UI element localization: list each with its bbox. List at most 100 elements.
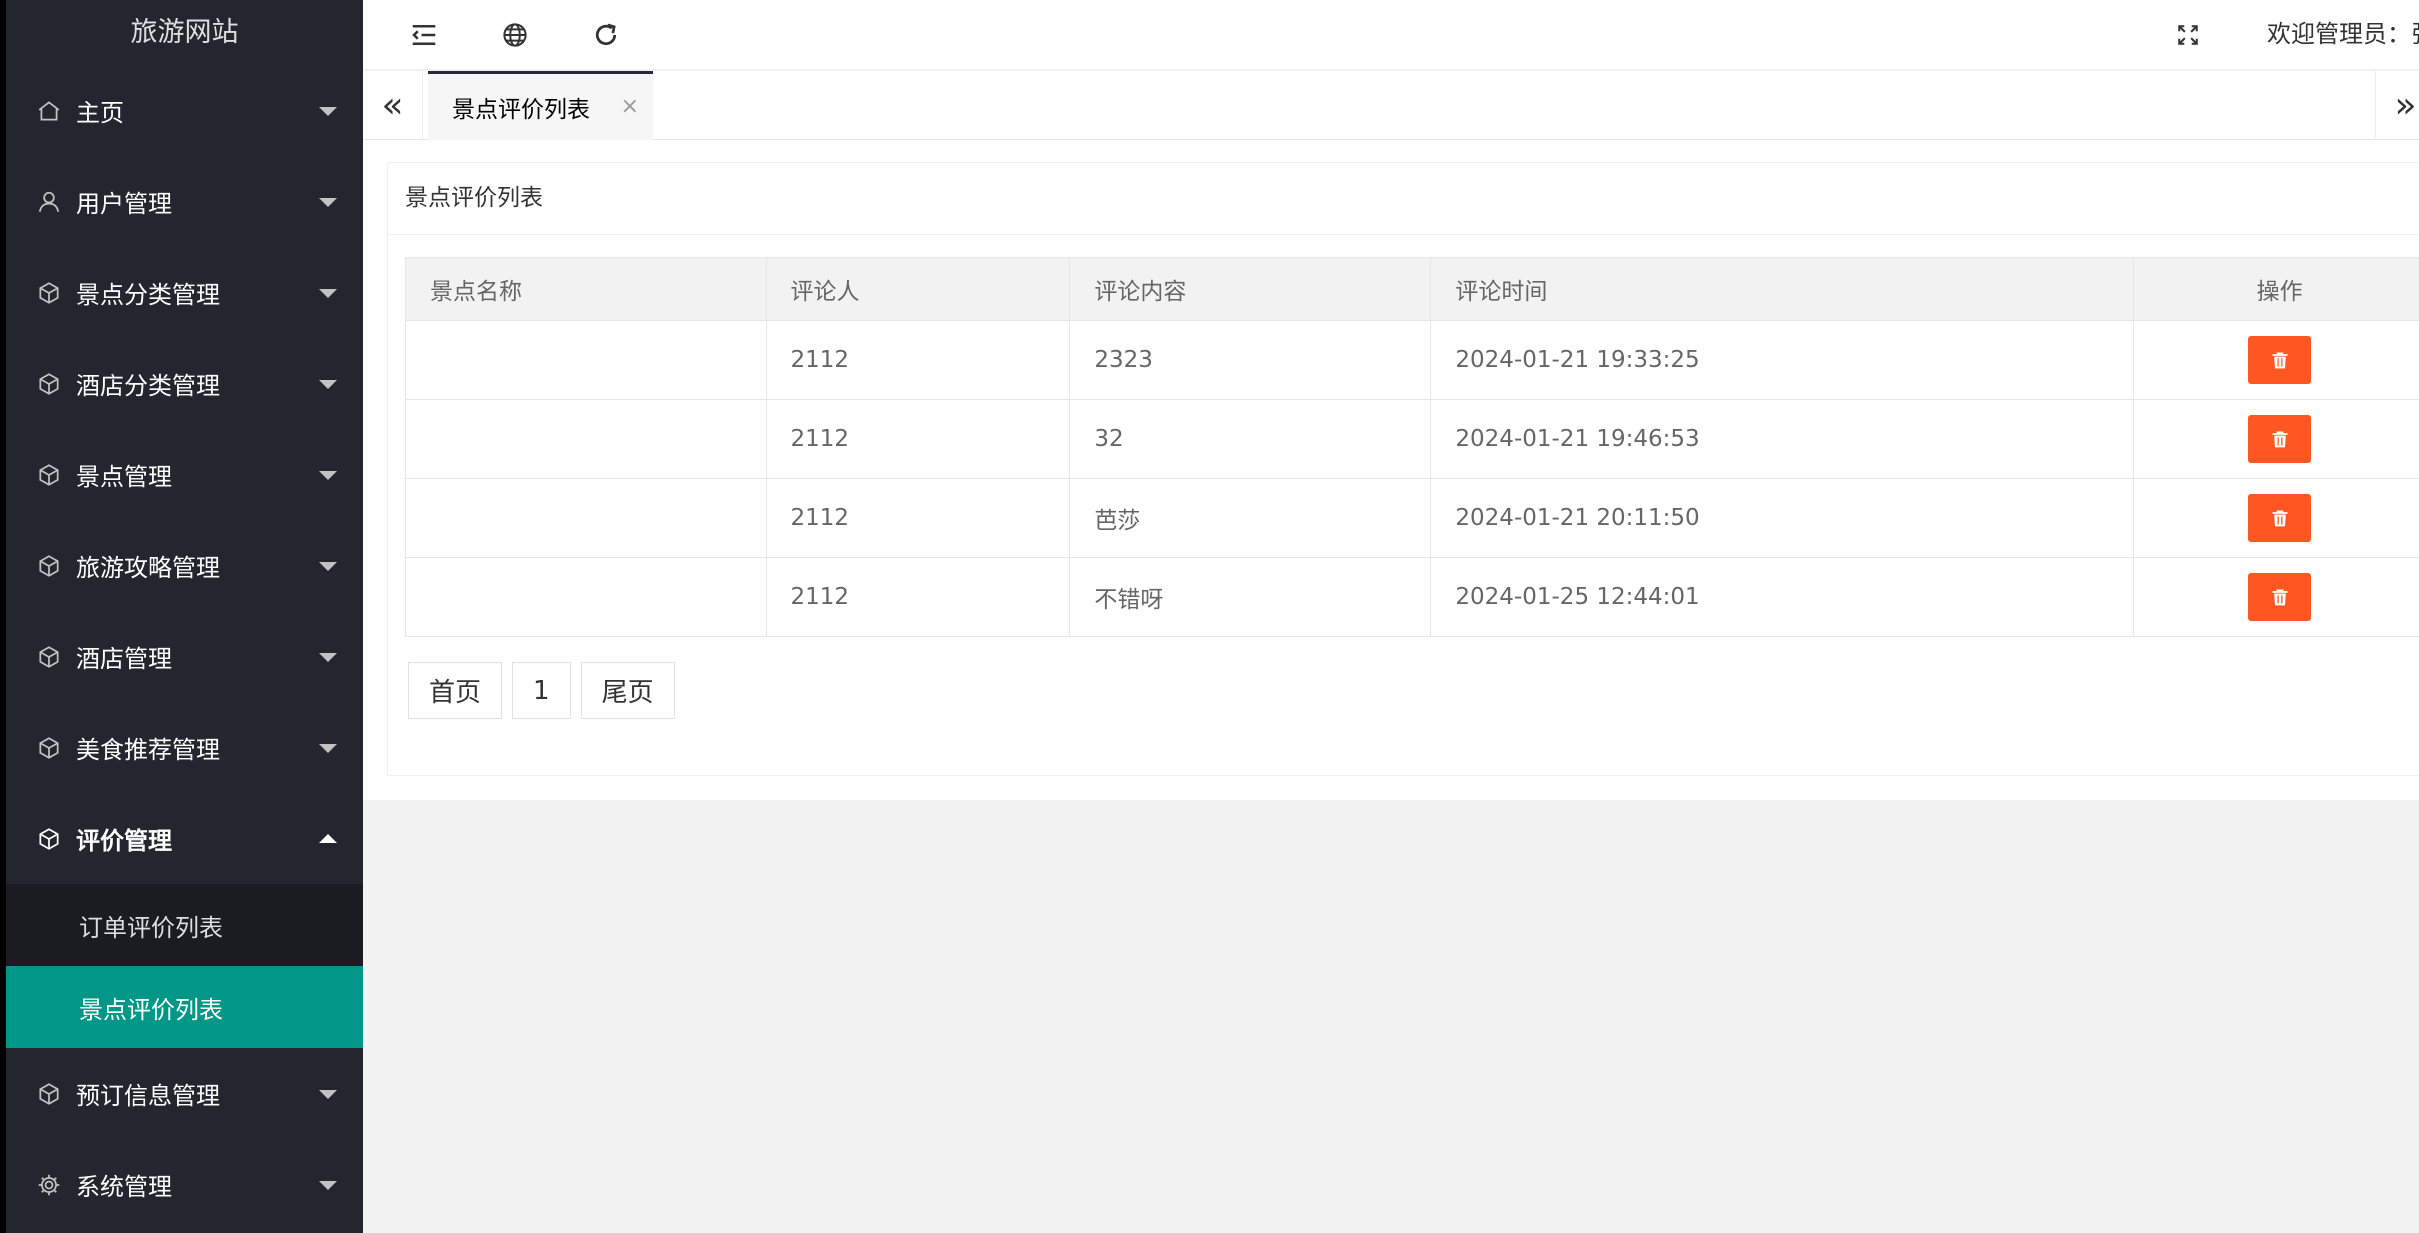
cube-icon — [36, 644, 62, 670]
main-content: 景点评价列表 景点名称 评论人 评论内容 评论时间 操作 2112 2323 2… — [363, 140, 2419, 800]
tab-spot-reviews[interactable]: 景点评价列表 × — [428, 71, 653, 140]
cell-content: 芭莎 — [1069, 478, 1432, 558]
sidebar-item-label: 主页 — [76, 99, 124, 127]
sidebar-item-hotel-category[interactable]: 酒店分类管理 — [6, 338, 363, 429]
cell-actions — [2133, 478, 2419, 558]
first-page-button[interactable]: 首页 — [408, 662, 503, 719]
tab-label: 景点评价列表 — [452, 97, 590, 123]
close-icon[interactable]: × — [621, 94, 639, 119]
chevron-down-icon — [319, 1089, 337, 1099]
cell-time: 2024-01-21 20:11:50 — [1430, 478, 2135, 558]
sidebar-subitem-spot-reviews[interactable]: 景点评价列表 — [6, 966, 363, 1048]
sidebar-item-home[interactable]: 主页 — [6, 65, 363, 156]
sidebar-item-spot-category[interactable]: 景点分类管理 — [6, 247, 363, 338]
column-header-content: 评论内容 — [1069, 257, 1432, 321]
chevron-down-icon — [319, 106, 337, 116]
chevron-down-icon — [319, 197, 337, 207]
table-row: 2112 32 2024-01-21 19:46:53 — [405, 399, 2419, 479]
sidebar-item-label: 酒店分类管理 — [76, 372, 220, 400]
sidebar-subitem-order-reviews[interactable]: 订单评价列表 — [6, 884, 363, 966]
sidebar-item-system[interactable]: 系统管理 — [6, 1139, 363, 1230]
sidebar-item-label: 预订信息管理 — [76, 1082, 220, 1110]
sidebar-item-label: 景点管理 — [76, 463, 172, 491]
reviews-submenu: 订单评价列表 景点评价列表 — [6, 884, 363, 1048]
column-header-reviewer: 评论人 — [765, 257, 1071, 321]
delete-button[interactable] — [2248, 336, 2312, 384]
sidebar-item-label: 用户管理 — [76, 190, 172, 218]
cell-reviewer: 2112 — [765, 557, 1071, 637]
cell-time: 2024-01-25 12:44:01 — [1430, 557, 2135, 637]
tab-bar: « 景点评价列表 × » — [363, 71, 2419, 140]
cell-spot-name — [405, 399, 767, 479]
panel-title: 景点评价列表 — [388, 163, 2419, 235]
cube-icon — [36, 735, 62, 761]
tab-scroll-left-icon[interactable]: « — [363, 71, 423, 140]
table-row: 2112 芭莎 2024-01-21 20:11:50 — [405, 478, 2419, 558]
table-row: 2112 2323 2024-01-21 19:33:25 — [405, 320, 2419, 400]
page-number-button[interactable]: 1 — [512, 662, 571, 719]
delete-button[interactable] — [2248, 494, 2312, 542]
sidebar-item-label: 景点分类管理 — [76, 281, 220, 309]
cube-icon — [36, 826, 62, 852]
sidebar-item-label: 系统管理 — [76, 1173, 172, 1201]
cell-spot-name — [405, 478, 767, 558]
cube-icon — [36, 280, 62, 306]
cell-time: 2024-01-21 19:46:53 — [1430, 399, 2135, 479]
home-icon — [36, 98, 62, 124]
user-icon — [36, 189, 62, 215]
delete-button[interactable] — [2248, 573, 2312, 621]
trash-icon — [2272, 589, 2288, 606]
trash-icon — [2272, 352, 2288, 369]
cell-actions — [2133, 320, 2419, 400]
chevron-down-icon — [319, 743, 337, 753]
sidebar-item-spots[interactable]: 景点管理 — [6, 429, 363, 520]
table-header-row: 景点名称 评论人 评论内容 评论时间 操作 — [405, 257, 2419, 321]
chevron-down-icon — [319, 652, 337, 662]
cell-reviewer: 2112 — [765, 320, 1071, 400]
chevron-down-icon — [319, 288, 337, 298]
sidebar-item-users[interactable]: 用户管理 — [6, 156, 363, 247]
fullscreen-icon[interactable] — [2171, 18, 2205, 52]
chevron-down-icon — [319, 1180, 337, 1190]
chevron-up-icon — [319, 833, 337, 843]
cell-content: 2323 — [1069, 320, 1432, 400]
sidebar-item-bookings[interactable]: 预订信息管理 — [6, 1048, 363, 1139]
review-list-panel: 景点评价列表 景点名称 评论人 评论内容 评论时间 操作 2112 2323 2… — [387, 162, 2419, 776]
globe-icon[interactable] — [498, 18, 532, 52]
sidebar-item-reviews[interactable]: 评价管理 — [6, 793, 363, 884]
column-header-actions: 操作 — [2133, 257, 2419, 321]
sidebar-item-label: 酒店管理 — [76, 645, 172, 673]
pagination: 首页 1 尾页 — [408, 662, 675, 719]
table-row: 2112 不错呀 2024-01-25 12:44:01 — [405, 557, 2419, 637]
cell-reviewer: 2112 — [765, 399, 1071, 479]
sidebar-item-food[interactable]: 美食推荐管理 — [6, 702, 363, 793]
top-header: 欢迎管理员：张 — [363, 0, 2419, 70]
sidebar-item-guides[interactable]: 旅游攻略管理 — [6, 520, 363, 611]
cube-icon — [36, 462, 62, 488]
trash-icon — [2272, 510, 2288, 527]
sidebar-item-label: 美食推荐管理 — [76, 736, 220, 764]
review-table: 景点名称 评论人 评论内容 评论时间 操作 2112 2323 2024-01-… — [405, 257, 2419, 637]
last-page-button[interactable]: 尾页 — [580, 662, 675, 719]
trash-icon — [2272, 431, 2288, 448]
delete-button[interactable] — [2248, 415, 2312, 463]
cell-actions — [2133, 399, 2419, 479]
welcome-admin[interactable]: 欢迎管理员：张 — [2267, 14, 2419, 49]
cell-actions — [2133, 557, 2419, 637]
indent-icon[interactable] — [407, 18, 441, 52]
sidebar: 旅游网站 主页 用户管理 景点分类管理 酒店分类管理 景点管理 旅游攻略管理 酒… — [0, 0, 363, 1233]
chevron-down-icon — [319, 470, 337, 480]
cell-spot-name — [405, 320, 767, 400]
tab-scroll-right-icon[interactable]: » — [2375, 71, 2419, 140]
sidebar-item-label: 评价管理 — [76, 827, 172, 855]
chevron-down-icon — [319, 379, 337, 389]
chevron-down-icon — [319, 561, 337, 571]
column-header-spot-name: 景点名称 — [405, 257, 767, 321]
column-header-time: 评论时间 — [1430, 257, 2135, 321]
cell-content: 不错呀 — [1069, 557, 1432, 637]
refresh-icon[interactable] — [589, 18, 623, 52]
cell-time: 2024-01-21 19:33:25 — [1430, 320, 2135, 400]
gear-icon — [36, 1172, 62, 1198]
cube-icon — [36, 553, 62, 579]
sidebar-item-hotels[interactable]: 酒店管理 — [6, 611, 363, 702]
